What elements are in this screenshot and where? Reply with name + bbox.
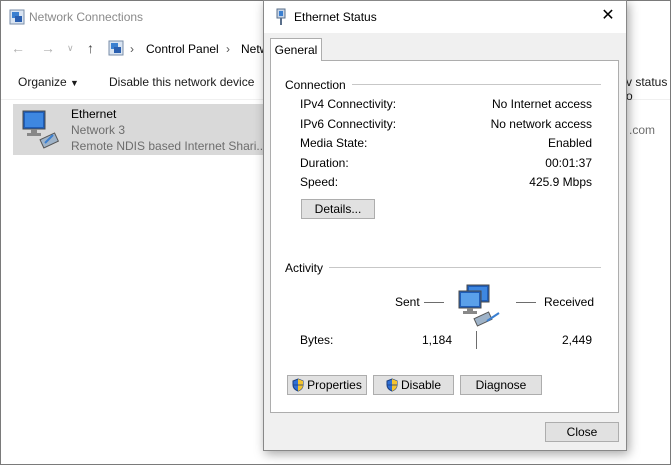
- domain-fragment: .com: [629, 123, 656, 137]
- general-tab-panel: Connection IPv4 Connectivity: No Interne…: [270, 60, 619, 413]
- ipv4-value: No Internet access: [491, 97, 592, 111]
- diagnose-button[interactable]: Diagnose: [460, 375, 542, 395]
- adapter-device: Remote NDIS based Internet Shari...: [71, 139, 267, 153]
- dialog-titlebar: Ethernet Status ✕: [264, 1, 626, 33]
- ipv4-label: IPv4 Connectivity:: [300, 97, 397, 111]
- ethernet-adapter-item[interactable]: Ethernet Network 3 Remote NDIS based Int…: [13, 104, 275, 155]
- ipv6-value: No network access: [490, 117, 592, 131]
- sent-label: Sent: [395, 295, 420, 309]
- breadcrumb-control-panel[interactable]: Control Panel: [146, 42, 219, 56]
- view-status-fragment[interactable]: v status o: [626, 75, 670, 103]
- forward-arrow-icon[interactable]: →: [41, 40, 55, 56]
- bytes-received-value: 2,449: [561, 333, 592, 347]
- received-label: Received: [544, 295, 595, 309]
- dialog-title: Ethernet Status: [294, 10, 377, 24]
- ethernet-adapter-icon: [22, 110, 60, 149]
- adapter-network: Network 3: [71, 123, 126, 137]
- connection-divider: [343, 84, 601, 85]
- bg-window-title: Network Connections: [29, 10, 144, 24]
- bytes-label: Bytes:: [300, 333, 334, 347]
- ipv6-label: IPv6 Connectivity:: [300, 117, 397, 131]
- activity-header: Activity: [285, 261, 330, 275]
- back-arrow-icon[interactable]: ←: [11, 40, 25, 56]
- media-state-label: Media State:: [300, 136, 368, 150]
- control-panel-icon: [108, 40, 124, 56]
- organize-button[interactable]: Organize ▼: [18, 75, 79, 89]
- close-button[interactable]: Close: [545, 422, 619, 442]
- disable-button[interactable]: Disable: [373, 375, 454, 395]
- chevron-down-icon: ▼: [70, 78, 79, 88]
- network-activity-icon: [458, 284, 500, 327]
- activity-divider: [329, 267, 601, 268]
- tab-general[interactable]: General: [270, 38, 322, 61]
- properties-label: Properties: [307, 378, 362, 392]
- adapter-name: Ethernet: [71, 107, 117, 121]
- received-line: [516, 302, 536, 303]
- ethernet-status-dialog: Ethernet Status ✕ General Connection IPv…: [263, 0, 627, 451]
- organize-label: Organize: [18, 75, 67, 89]
- duration-label: Duration:: [300, 156, 349, 170]
- properties-button[interactable]: Properties: [287, 375, 367, 395]
- close-icon[interactable]: ✕: [598, 6, 618, 26]
- media-state-value: Enabled: [547, 136, 592, 150]
- shield-icon: [292, 378, 304, 392]
- recent-dropdown-icon[interactable]: ∨: [67, 43, 74, 54]
- disable-label: Disable: [400, 378, 442, 392]
- breadcrumb-separator-icon: ›: [130, 42, 134, 56]
- connection-header: Connection: [285, 78, 352, 92]
- speed-label: Speed:: [300, 175, 339, 189]
- bytes-divider: [476, 331, 477, 349]
- up-arrow-icon[interactable]: ↑: [87, 40, 94, 56]
- speed-value: 425.9 Mbps: [529, 175, 592, 189]
- duration-value: 00:01:37: [545, 156, 592, 170]
- disable-device-button[interactable]: Disable this network device: [109, 75, 254, 89]
- shield-icon: [386, 378, 398, 392]
- details-button[interactable]: Details...: [301, 199, 375, 219]
- sent-line: [424, 302, 444, 303]
- bytes-sent-value: 1,184: [421, 333, 452, 347]
- breadcrumb-separator-icon: ›: [226, 42, 230, 56]
- ethernet-status-icon: [276, 8, 286, 25]
- network-connections-icon: [9, 9, 25, 25]
